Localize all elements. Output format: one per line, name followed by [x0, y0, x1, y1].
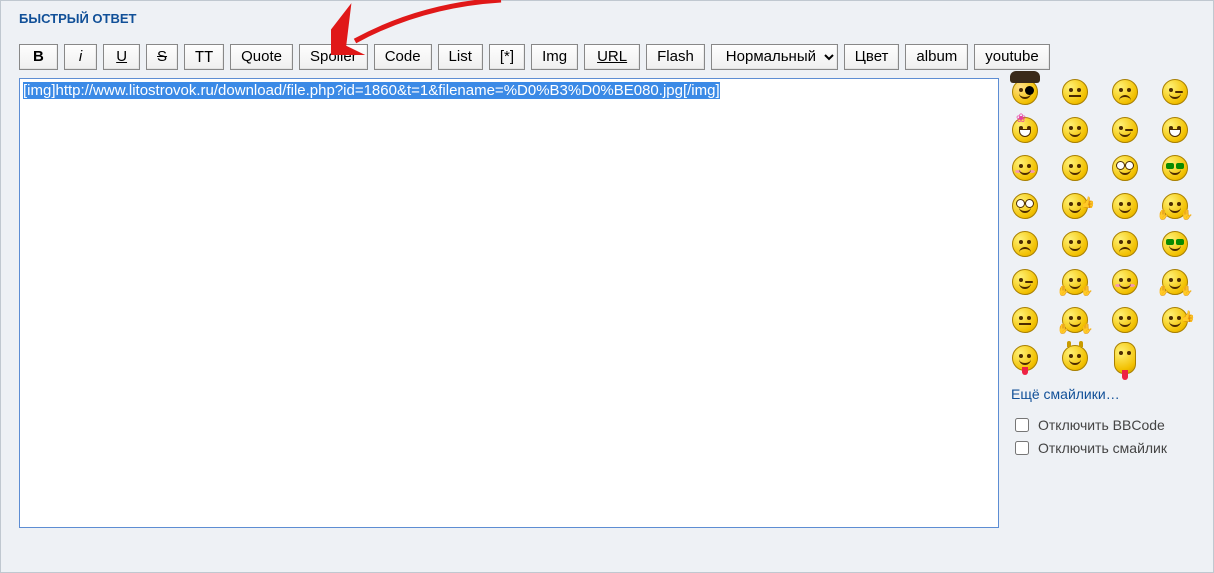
smiley-smile[interactable]: [1111, 192, 1139, 220]
smiley-wink[interactable]: [1111, 116, 1139, 144]
spoiler-button[interactable]: Spoiler: [299, 44, 368, 70]
selected-text: [img]http://www.litostrovok.ru/download/…: [23, 82, 720, 99]
panel-title: БЫСТРЫЙ ОТВЕТ: [19, 11, 1201, 26]
message-textarea[interactable]: [img]http://www.litostrovok.ru/download/…: [19, 78, 999, 528]
italic-button[interactable]: i: [64, 44, 97, 70]
more-smilies-link[interactable]: Ещё смайлики…: [1011, 386, 1120, 402]
smiley-sad[interactable]: [1111, 78, 1139, 106]
smiley-hands[interactable]: ✋✋: [1061, 268, 1089, 296]
smiley-shy[interactable]: [1111, 268, 1139, 296]
smiley-sad-2[interactable]: [1011, 230, 1039, 258]
color-button[interactable]: Цвет: [844, 44, 900, 70]
smiley-dev[interactable]: [1061, 344, 1089, 372]
flash-button[interactable]: Flash: [646, 44, 705, 70]
smiley-thumb[interactable]: 👍: [1061, 192, 1089, 220]
smiley-roll[interactable]: [1011, 192, 1039, 220]
tt-button[interactable]: TT: [184, 44, 224, 70]
youtube-button[interactable]: youtube: [974, 44, 1049, 70]
underline-button[interactable]: U: [103, 44, 140, 70]
code-button[interactable]: Code: [374, 44, 432, 70]
smiley-neutral[interactable]: [1011, 306, 1039, 334]
smiley-pirate[interactable]: [1011, 78, 1039, 106]
smiley-roll[interactable]: [1111, 154, 1139, 182]
font-size-select[interactable]: Нормальный: [711, 44, 838, 70]
smiley-sad[interactable]: [1111, 230, 1139, 258]
disable-smilies-option[interactable]: Отключить смайлик: [1011, 438, 1201, 458]
disable-smilies-checkbox[interactable]: [1015, 441, 1029, 455]
disable-smilies-label: Отключить смайлик: [1038, 440, 1167, 456]
smiley-hands[interactable]: ✋✋: [1061, 306, 1089, 334]
smiley-long-tongue[interactable]: [1111, 344, 1139, 372]
smiley-thumb[interactable]: 👍: [1161, 306, 1189, 334]
smiley-smile[interactable]: [1061, 230, 1089, 258]
list-item-button[interactable]: [*]: [489, 44, 525, 70]
smiley-grin[interactable]: [1161, 116, 1189, 144]
smiley-shy[interactable]: [1011, 154, 1039, 182]
smiley-cool[interactable]: [1161, 154, 1189, 182]
img-button[interactable]: Img: [531, 44, 578, 70]
smiley-neutral[interactable]: [1061, 78, 1089, 106]
disable-bbcode-label: Отключить BBCode: [1038, 417, 1165, 433]
smiley-drop[interactable]: [1061, 154, 1089, 182]
bold-button[interactable]: B: [19, 44, 58, 70]
smiley-hands[interactable]: ✋✋: [1161, 192, 1189, 220]
disable-bbcode-checkbox[interactable]: [1015, 418, 1029, 432]
quote-button[interactable]: Quote: [230, 44, 293, 70]
smiley-hands[interactable]: ✋✋: [1161, 268, 1189, 296]
smiley-smile[interactable]: [1061, 116, 1089, 144]
disable-bbcode-option[interactable]: Отключить BBCode: [1011, 415, 1201, 435]
strike-button[interactable]: S: [146, 44, 178, 70]
smiley-cool[interactable]: [1161, 230, 1189, 258]
smiley-wink[interactable]: [1011, 268, 1039, 296]
album-button[interactable]: album: [905, 44, 968, 70]
url-button[interactable]: URL: [584, 44, 640, 70]
smiley-bow-grin[interactable]: ❀: [1011, 116, 1039, 144]
list-button[interactable]: List: [438, 44, 483, 70]
smiley-tongue[interactable]: [1011, 344, 1039, 372]
bbcode-toolbar: B i U S TT Quote Spoiler Code List [*] I…: [19, 44, 1201, 70]
smilies-grid: ❀ 👍 ✋✋ ✋✋ ✋✋ ✋✋ 👍: [1011, 78, 1201, 372]
post-options: Отключить BBCode Отключить смайлик: [1011, 415, 1201, 458]
smiley-wink[interactable]: [1161, 78, 1189, 106]
smiley-smile[interactable]: [1111, 306, 1139, 334]
